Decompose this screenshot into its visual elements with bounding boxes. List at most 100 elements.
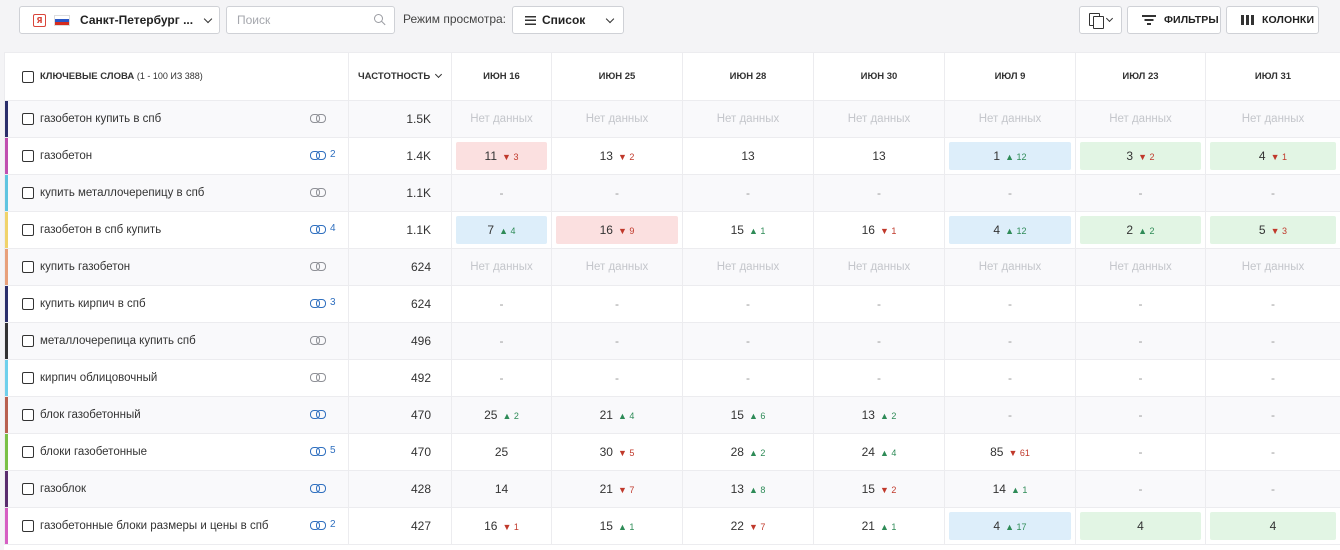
link-icon[interactable] <box>310 262 326 271</box>
keyword-text: металлочерепица купить спб <box>40 335 196 347</box>
link-icon[interactable] <box>310 299 326 308</box>
row-checkbox[interactable] <box>22 409 34 421</box>
link-icon[interactable] <box>310 225 326 234</box>
row-checkbox[interactable] <box>22 446 34 458</box>
position-change-value: 1 <box>891 522 897 532</box>
position-cell: - <box>813 174 945 212</box>
position-value: 25 <box>494 445 509 459</box>
row-checkbox[interactable] <box>22 113 34 125</box>
search-box[interactable] <box>226 6 395 34</box>
position-value: Нет данных <box>847 113 911 125</box>
frequency-cell: 496 <box>348 322 452 360</box>
copy-button[interactable] <box>1079 6 1122 34</box>
position-cell: - <box>1205 359 1340 397</box>
position-cell: Нет данных <box>1075 100 1206 138</box>
row-checkbox[interactable] <box>22 520 34 532</box>
row-checkbox[interactable] <box>22 335 34 347</box>
position-cell: 4 ▼ 1 <box>1205 137 1340 175</box>
link-icon[interactable] <box>310 484 326 493</box>
table-row[interactable]: газобетон купить в спб 1.5K Нет данных Нет … <box>4 100 1340 138</box>
position-cell: Нет данных <box>682 248 814 286</box>
position-value: Нет данных <box>1241 113 1305 125</box>
position-value: 28 <box>730 445 744 459</box>
position-cell: - <box>944 322 1076 360</box>
row-checkbox[interactable] <box>22 150 34 162</box>
chevron-down-icon <box>203 14 213 23</box>
row-checkbox[interactable] <box>22 372 34 384</box>
position-change-value: 2 <box>513 411 519 421</box>
position-cell: 4 ▲ 17 <box>944 507 1076 545</box>
link-icon[interactable] <box>310 410 326 419</box>
position-value: 22 <box>730 519 744 533</box>
row-checkbox[interactable] <box>22 483 34 495</box>
link-icon[interactable] <box>310 336 326 345</box>
table-row[interactable]: газобетонные блоки размеры и цены в спб 2… <box>4 507 1340 545</box>
link-icon[interactable] <box>310 447 326 456</box>
row-checkbox[interactable] <box>22 224 34 236</box>
region-selector[interactable]: Я Санкт-Петербург ... <box>19 6 220 34</box>
position-value: 16 <box>599 223 613 237</box>
link-icon[interactable] <box>310 521 326 530</box>
keyword-cell: блоки газобетонные 5 <box>4 433 349 471</box>
date-header[interactable]: ИЮН 16 <box>451 52 552 101</box>
position-value: - <box>1138 334 1143 348</box>
date-header[interactable]: ИЮЛ 31 <box>1205 52 1340 101</box>
link-icon[interactable] <box>310 114 326 123</box>
view-mode-select[interactable]: Список <box>512 6 624 34</box>
position-change: ▲ 1 <box>749 226 765 236</box>
position-cell: - <box>682 285 814 323</box>
position-change: ▲ 2 <box>880 411 896 421</box>
position-change-value: 6 <box>760 411 766 421</box>
keywords-header[interactable]: КЛЮЧЕВЫЕ СЛОВА (1 - 100 ИЗ 388) <box>4 52 349 101</box>
position-cell: 4 <box>1075 507 1206 545</box>
position-value: 3 <box>1126 149 1134 163</box>
table-row[interactable]: кирпич облицовочный 492 - - - - - - - <box>4 359 1340 397</box>
position-value: 4 <box>993 519 1001 533</box>
position-cell: 15 ▲ 1 <box>551 507 683 545</box>
select-all-checkbox[interactable] <box>22 70 34 83</box>
date-header[interactable]: ИЮН 30 <box>813 52 945 101</box>
frequency-cell: 1.1K <box>348 174 452 212</box>
position-cell: - <box>813 285 945 323</box>
row-checkbox[interactable] <box>22 187 34 199</box>
table-row[interactable]: газобетон в спб купить 4 1.1K 7 ▲ 4 16 ▼ 9 15 ▲ … <box>4 211 1340 249</box>
position-value: Нет данных <box>470 113 533 125</box>
table-row[interactable]: купить кирпич в спб 3 624 - - - - - - - <box>4 285 1340 323</box>
frequency-header[interactable]: ЧАСТОТНОСТЬ <box>348 52 452 101</box>
filters-button[interactable]: ФИЛЬТРЫ <box>1127 6 1221 34</box>
date-header[interactable]: ИЮН 28 <box>682 52 814 101</box>
table-row[interactable]: купить металлочерепицу в спб 1.1K - - - - - - - <box>4 174 1340 212</box>
table-row[interactable]: блок газобетонный 470 25 ▲ 2 21 ▲ 4 15 ▲ 6 13 ▲ 2… <box>4 396 1340 434</box>
table-row[interactable]: газоблок 428 14 21 ▼ 7 13 ▲ 8 15 ▼ 2 14 ▲ 1-- <box>4 470 1340 508</box>
table-row[interactable]: металлочерепица купить спб 496 - - - - - - - <box>4 322 1340 360</box>
position-value: Нет данных <box>1109 261 1172 273</box>
link-icon[interactable] <box>310 373 326 382</box>
columns-button[interactable]: КОЛОНКИ <box>1226 6 1319 34</box>
position-change: ▼ 2 <box>1138 152 1154 162</box>
position-change: ▼ 1 <box>1271 152 1287 162</box>
date-header[interactable]: ИЮЛ 9 <box>944 52 1076 101</box>
link-icon[interactable] <box>310 151 326 160</box>
link-count: 3 <box>330 297 336 308</box>
position-cell: 21 ▲ 4 <box>551 396 683 434</box>
frequency-cell: 428 <box>348 470 452 508</box>
link-icon[interactable] <box>310 188 326 197</box>
position-cell: - <box>1205 285 1340 323</box>
table-row[interactable]: газобетон 2 1.4K 11 ▼ 3 13 ▼ 2 13 13 1 ▲ 12 3 ▼ 2 4 ▼ … <box>4 137 1340 175</box>
position-cell: 11 ▼ 3 <box>451 137 552 175</box>
arrow-down-icon: ▼ <box>748 522 758 532</box>
toolbar: Я Санкт-Петербург ... Режим просмотра: С… <box>0 0 1340 48</box>
region-label: Санкт-Петербург ... <box>80 13 194 27</box>
sort-chevron-icon[interactable] <box>434 70 443 79</box>
search-input[interactable] <box>237 13 367 27</box>
table-row[interactable]: блоки газобетонные 5 470 25 30 ▼ 5 28 ▲ 2 24 ▲ 48… <box>4 433 1340 471</box>
date-header[interactable]: ИЮН 25 <box>551 52 683 101</box>
arrow-up-icon: ▲ <box>879 448 889 458</box>
position-value: 16 <box>861 223 875 237</box>
row-checkbox[interactable] <box>22 261 34 273</box>
date-header[interactable]: ИЮЛ 23 <box>1075 52 1206 101</box>
row-checkbox[interactable] <box>22 298 34 310</box>
table-row[interactable]: купить газобетон 624 Нет данных Нет данных Н… <box>4 248 1340 286</box>
list-icon <box>525 15 536 25</box>
search-icon[interactable] <box>374 14 386 26</box>
